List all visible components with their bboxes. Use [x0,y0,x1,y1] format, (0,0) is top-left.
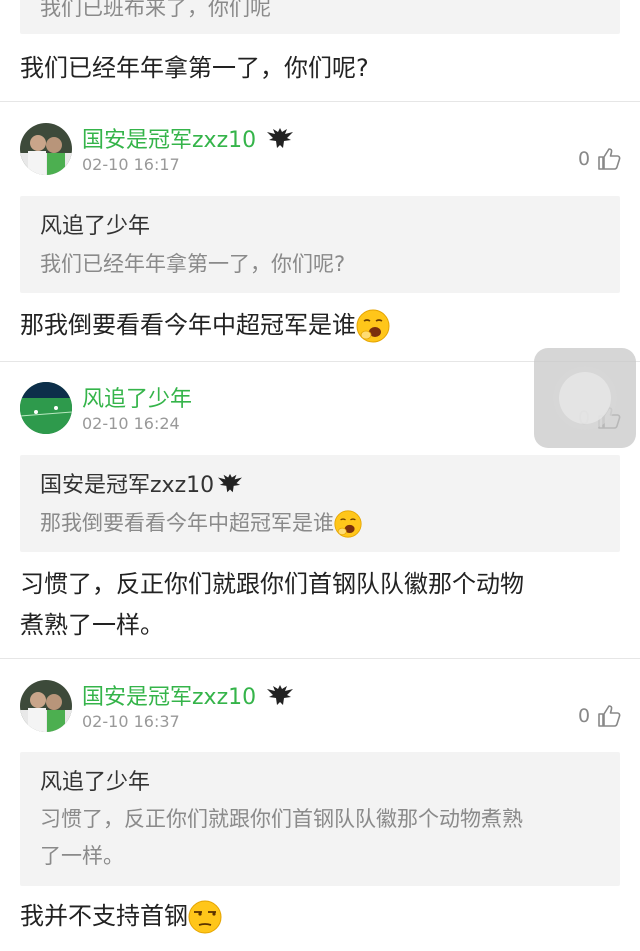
like-button[interactable]: 0 [578,703,622,733]
like-count: 0 [578,705,591,727]
comment-text: 我们已经年年拿第一了，你们呢? [20,54,369,82]
username[interactable]: 风追了少年 [82,381,192,413]
thumbs-up-icon [598,705,621,727]
eagle-badge-icon [267,685,294,705]
quote-text: 那我倒要看看今年中超冠军是谁 [40,505,604,542]
eagle-badge-icon [218,473,243,493]
comment-text: 我并不支持首钢 [20,896,622,937]
unamused-face-emoji [188,900,222,934]
divider [0,101,640,102]
quote-block: 国安是冠军zxz10 那我倒要看看今年中超冠军是谁 [20,455,620,552]
timestamp: 02-10 16:24 [82,414,180,433]
quote-block: 我们已班布来了，你们呢 [20,0,620,34]
avatar[interactable] [20,680,72,732]
avatar[interactable] [20,382,72,434]
quote-block: 风追了少年 我们已经年年拿第一了，你们呢? [20,196,620,293]
quote-author: 风追了少年 [40,214,151,239]
comment-text: 习惯了，反正你们就跟你们首钢队队徽那个动物 煮熟了一样。 [20,570,524,639]
thumbs-up-icon [598,148,621,170]
quote-author: 国安是冠军zxz10 [40,467,244,499]
quote-text: 习惯了，反正你们就跟你们首钢队队徽那个动物煮熟 了一样。 [40,807,523,868]
timestamp: 02-10 16:37 [82,712,180,731]
yawning-face-emoji [356,309,390,343]
eagle-badge-icon [267,128,294,148]
divider [0,658,640,659]
assistive-touch-button[interactable] [534,348,636,448]
like-button[interactable]: 0 [578,146,622,176]
quote-text: 我们已班布来了，你们呢 [40,0,271,20]
assistive-touch-icon [559,372,611,424]
comment-text: 那我倒要看看今年中超冠军是谁 [20,305,622,346]
like-count: 0 [578,148,591,170]
quote-author: 风追了少年 [40,770,151,795]
quote-text: 我们已经年年拿第一了，你们呢? [40,252,346,276]
username[interactable]: 国安是冠军zxz10 [82,679,295,711]
quote-block: 风追了少年 习惯了，反正你们就跟你们首钢队队徽那个动物煮熟 了一样。 [20,752,620,886]
yawning-face-emoji [334,510,362,538]
avatar[interactable] [20,123,72,175]
username[interactable]: 国安是冠军zxz10 [82,122,295,154]
timestamp: 02-10 16:17 [82,155,180,174]
